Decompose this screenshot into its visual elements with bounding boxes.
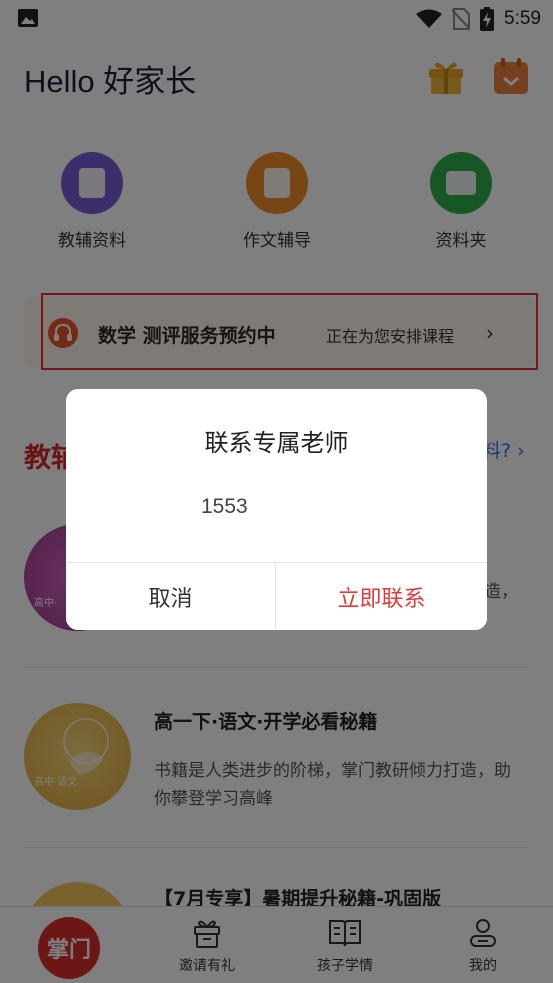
cancel-button[interactable]: 取消 [66, 563, 275, 630]
dialog-title: 联系专属老师 [204, 429, 349, 457]
contact-teacher-dialog: 联系专属老师 1553 取消 立即联系 [66, 389, 487, 630]
app-screen: 5:59 Hello 好家长 教辅资料 作文辅导 资料夹 [0, 0, 553, 983]
contact-now-button[interactable]: 立即联系 [276, 563, 487, 630]
teacher-phone-number: 1553 [201, 495, 248, 518]
